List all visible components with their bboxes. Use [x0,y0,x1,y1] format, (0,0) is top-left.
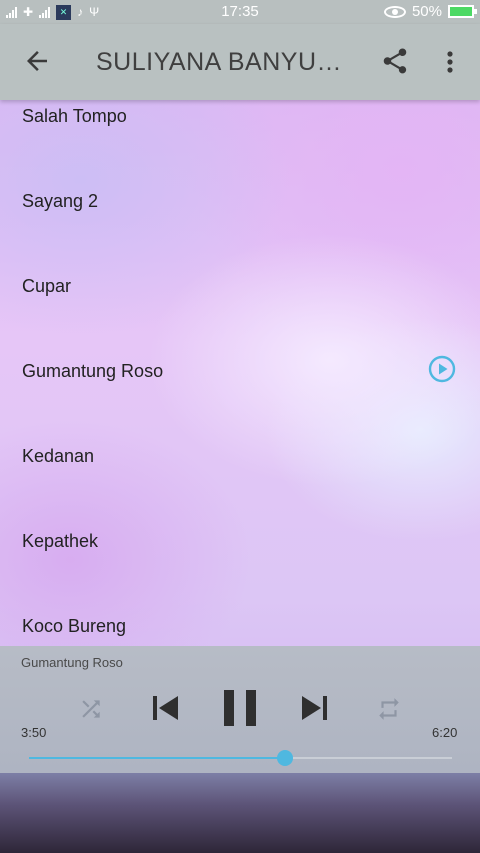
skip-previous-icon[interactable] [150,692,180,724]
song-title: Salah Tompo [22,106,127,126]
song-title: Koco Bureng [22,616,127,636]
song-title: Kedanan [22,446,95,466]
share-icon [383,48,407,74]
skip-next-icon[interactable] [300,692,330,724]
song-title: Cupar [22,276,72,296]
seek-bar-thumb[interactable] [276,750,293,766]
repeat-icon[interactable] [376,696,402,722]
current-time: 3:50 [21,725,47,740]
list-item[interactable]: Kedanan [0,412,480,497]
more-vert-icon [447,51,453,73]
song-list: Salah Tompo Sayang 2 Cupar Gumantung Ros… [0,100,480,646]
battery-icon [448,5,477,18]
song-title: Kepathek [22,531,99,551]
back-button[interactable] [22,46,52,76]
list-item-playing[interactable]: Gumantung Roso [0,327,480,412]
more-options-button[interactable] [440,48,460,78]
song-title: Sayang 2 [22,191,99,211]
list-item[interactable]: Salah Tompo [0,100,480,157]
player-panel: Gumantung Roso 3:50 6:20 [0,646,480,773]
share-button[interactable] [380,46,410,76]
status-bar: ✚ ✕ ♪ Ψ 17:35 50% [0,0,480,24]
battery-percent: 50% [411,3,442,20]
list-item[interactable]: Sayang 2 [0,157,480,242]
list-item[interactable]: Cupar [0,242,480,327]
total-time: 6:20 [432,725,458,740]
page-title: SULIYANA BANYUWANGI [96,48,358,76]
play-circle-icon[interactable] [428,355,456,383]
list-item[interactable]: Koco Bureng [0,582,480,646]
eye-icon [383,5,406,18]
pause-icon[interactable] [222,688,258,728]
back-arrow-icon [27,51,47,71]
status-right-icons: 50% [383,3,477,20]
seek-bar-progress [29,757,285,759]
list-item[interactable]: Kepathek [0,497,480,582]
song-title: Gumantung Roso [22,361,164,381]
bottom-background [0,773,480,853]
app-bar: SULIYANA BANYUWANGI [0,24,480,100]
now-playing-title: Gumantung Roso [21,655,123,670]
shuffle-icon[interactable] [78,696,104,722]
seek-bar[interactable] [29,750,452,766]
